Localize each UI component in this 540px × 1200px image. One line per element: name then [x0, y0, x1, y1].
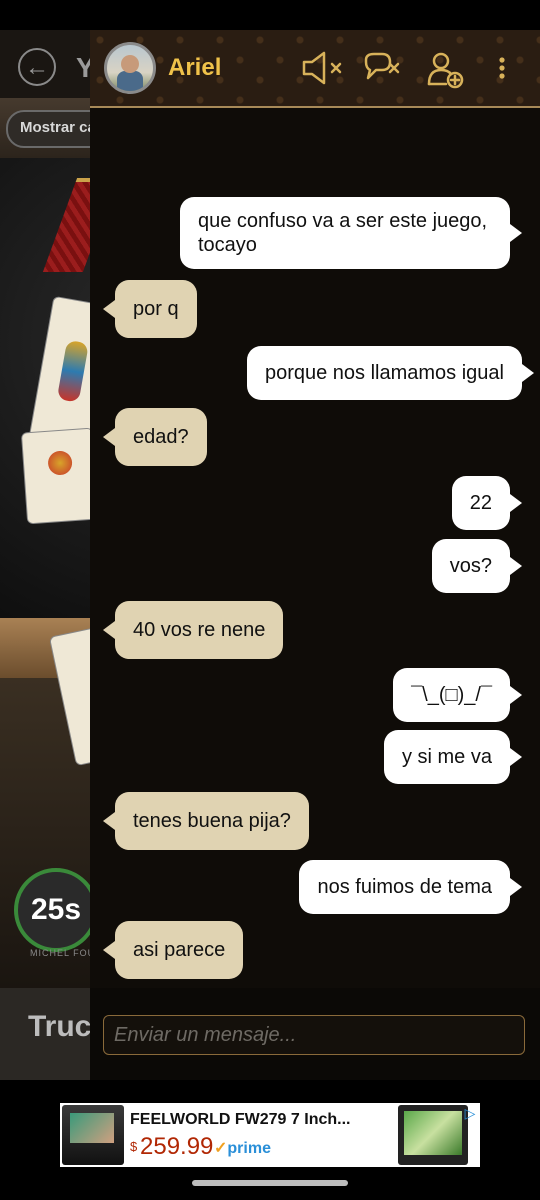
message-outgoing: vos? [431, 539, 523, 593]
message-outgoing: nos fuimos de tema [299, 860, 522, 914]
add-friend-icon[interactable] [426, 50, 466, 95]
chat-header: Ariel [90, 30, 540, 108]
message-incoming: tenes buena pija? [103, 792, 309, 850]
game-bottom-label: Truc [28, 1010, 92, 1043]
avatar[interactable] [104, 42, 156, 94]
message-incoming: edad? [103, 408, 207, 466]
prime-badge: ✓prime [214, 1138, 271, 1158]
ad-title[interactable]: FEELWORLD FW279 7 Inch... [130, 1111, 350, 1129]
message-outgoing: y si me va [383, 730, 523, 784]
check-icon: ✓ [214, 1140, 228, 1157]
message-outgoing: ¯\_(□)_/¯ [393, 668, 522, 722]
message-composer [90, 988, 540, 1080]
message-incoming: por q [103, 280, 197, 338]
message-incoming: 40 vos re nene [102, 601, 284, 659]
ad-banner[interactable]: FEELWORLD FW279 7 Inch... $ 259.99 ✓prim… [60, 1103, 480, 1167]
home-indicator[interactable] [192, 1180, 348, 1186]
mute-chat-icon[interactable] [360, 50, 404, 91]
ad-product-thumbnail[interactable] [398, 1105, 468, 1165]
ad-price-symbol: $ [130, 1139, 138, 1154]
message-outgoing: 22 [451, 476, 523, 530]
contact-name[interactable]: Ariel [168, 54, 221, 82]
ad-product-image[interactable] [62, 1105, 124, 1165]
turn-timer: 25s [14, 868, 98, 952]
message-outgoing: porque nos llamamos igual [246, 346, 535, 400]
mute-icon[interactable] [300, 50, 350, 91]
message-input[interactable] [103, 1015, 525, 1055]
arrow-left-icon: ← [25, 54, 49, 81]
message-incoming: asi parece [102, 921, 244, 979]
prime-label: prime [227, 1140, 271, 1157]
ad-info-icon[interactable]: ▷ [462, 1105, 478, 1121]
more-vertical-icon[interactable] [494, 50, 510, 91]
ad-price: 259.99 [140, 1133, 214, 1160]
message-list[interactable]: que confuso va a ser este juego, tocayo … [90, 108, 540, 1018]
back-button[interactable]: ← [18, 48, 56, 86]
message-outgoing: que confuso va a ser este juego, tocayo [180, 197, 522, 269]
playing-card[interactable] [20, 427, 100, 525]
chat-panel: Ariel que confuso va a ser este juego, t… [90, 30, 540, 1080]
